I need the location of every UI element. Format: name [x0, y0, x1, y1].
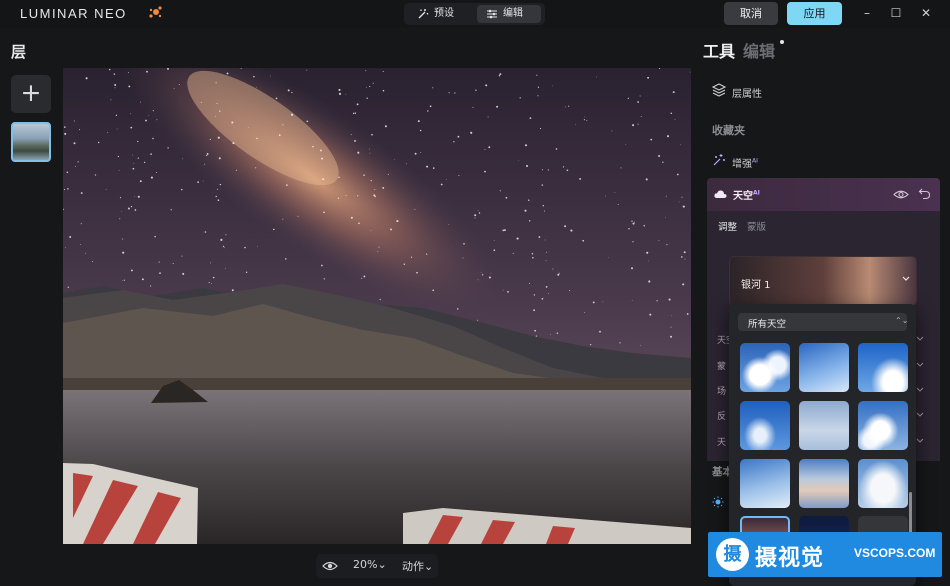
ghost-row-4: 反 — [717, 412, 727, 422]
sky-thumbnail[interactable] — [858, 401, 908, 450]
app-logo: LUMINAR NEO — [20, 6, 127, 21]
enhance-ai-badge: AI — [752, 157, 758, 165]
sky-thumbnail[interactable] — [858, 343, 908, 392]
milky-way-photo — [63, 68, 691, 544]
subtab-adjust[interactable]: 调整 — [718, 222, 737, 233]
enhance-label: 增强 — [732, 159, 752, 170]
sky-thumbnail[interactable] — [799, 401, 849, 450]
subtab-mask[interactable]: 蒙版 — [747, 222, 766, 233]
sky-thumbnail[interactable] — [740, 401, 790, 450]
mode-switcher: 预设 编辑 — [404, 3, 545, 25]
minimize-icon[interactable]: – — [858, 4, 876, 22]
app-window: LUMINAR NEO 预设 编辑 取消 应用 – ☐ ✕ 层 + 20%⌄ 动… — [0, 0, 950, 586]
cancel-button[interactable]: 取消 — [724, 2, 778, 25]
watermark-banner: 摄 摄视觉 VSCOPS.COM — [708, 532, 942, 577]
sky-category-select[interactable]: 所有天空 ⌃⌄ — [738, 313, 909, 331]
ghost-row-2: 蒙 — [717, 362, 727, 372]
sparkle-icon — [713, 154, 725, 166]
layer-properties-label: 层属性 — [732, 89, 762, 100]
zoom-selector[interactable]: 20%⌄ — [353, 558, 387, 571]
eye-icon[interactable] — [322, 559, 338, 573]
chevron-down-icon — [916, 438, 924, 443]
add-layer-button[interactable]: + — [11, 75, 51, 113]
sky-thumbnail[interactable] — [740, 459, 790, 508]
sky-subtabs: 调整 蒙版 — [718, 219, 766, 233]
chevron-down-icon — [916, 387, 924, 392]
close-icon[interactable]: ✕ — [917, 4, 935, 22]
top-bar: LUMINAR NEO 预设 编辑 取消 应用 – ☐ ✕ — [0, 0, 950, 28]
plus-icon: + — [20, 78, 42, 107]
tab-presets[interactable]: 预设 — [408, 5, 474, 23]
maximize-icon[interactable]: ☐ — [887, 4, 905, 22]
sky-category-label: 所有天空 — [748, 319, 787, 330]
sky-selection-dropdown[interactable]: 银河 1 — [729, 256, 917, 306]
sky-thumbnail[interactable] — [858, 459, 908, 508]
image-canvas[interactable] — [63, 68, 691, 544]
sky-tool-header[interactable]: 天空AI — [707, 178, 940, 211]
updown-chevron-icon: ⌃⌄ — [895, 316, 909, 325]
sky-ai-badge: AI — [753, 189, 760, 197]
actions-menu[interactable]: 动作⌄ — [402, 558, 433, 574]
layer-thumbnail[interactable] — [11, 122, 51, 162]
visibility-eye-icon[interactable] — [893, 188, 909, 201]
tab-tools[interactable]: 工具 — [703, 42, 735, 61]
tab-edit-label: 编辑 — [503, 8, 523, 19]
ghost-row-5: 天 — [717, 438, 727, 448]
sky-thumbnail[interactable] — [740, 343, 790, 392]
notification-dot — [780, 40, 784, 44]
canvas-bottom-bar: 20%⌄ 动作⌄ — [316, 554, 438, 578]
sun-icon — [712, 496, 724, 508]
selected-sky-label: 银河 1 — [741, 280, 771, 291]
sky-thumbnail[interactable] — [799, 459, 849, 508]
sky-label: 天空 — [733, 191, 753, 202]
logo-mark-icon — [149, 6, 162, 18]
right-panel-tabs: 工具 编辑 — [703, 38, 775, 62]
sky-thumbnail[interactable] — [799, 343, 849, 392]
watermark-text-cn: 摄视觉 — [755, 546, 825, 571]
apply-button[interactable]: 应用 — [787, 2, 842, 25]
watermark-text-en: VSCOPS.COM — [854, 546, 936, 560]
layers-icon — [712, 83, 726, 97]
chevron-down-icon — [916, 412, 924, 417]
ghost-row-3: 场 — [717, 387, 727, 397]
favorites-heading: 收藏夹 — [712, 124, 745, 137]
chevron-down-icon — [916, 336, 924, 341]
reset-undo-icon[interactable] — [918, 187, 931, 200]
cloud-icon — [714, 190, 727, 198]
chevron-down-icon — [916, 362, 924, 367]
sliders-icon — [487, 9, 497, 19]
layers-title: 层 — [11, 43, 27, 61]
tab-edit-history[interactable]: 编辑 — [743, 42, 775, 61]
watermark-logo: 摄 — [716, 538, 749, 571]
chevron-down-icon — [902, 276, 910, 281]
tab-edit[interactable]: 编辑 — [477, 5, 541, 23]
magic-wand-icon — [418, 9, 429, 19]
tab-presets-label: 预设 — [434, 8, 454, 19]
